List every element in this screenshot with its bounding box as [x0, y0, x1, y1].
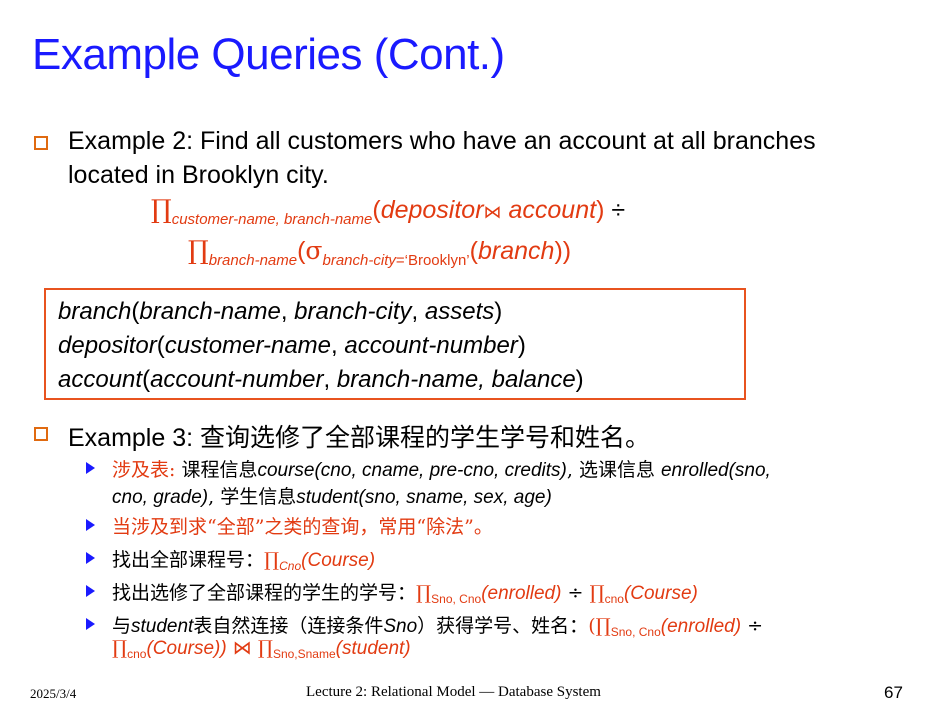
arrow-bullet-icon	[86, 585, 95, 597]
example2-line1: Example 2: Find all customers who have a…	[68, 127, 816, 155]
formula-branch-selection: ∏branch-name(σbranch-city=‘Brooklyn’(bra…	[188, 236, 572, 269]
sub-item-natural-join-cont: ∏cno(Course)) ⋈ ∏Sno,Sname(student)	[112, 637, 411, 661]
join-icon: ⋈	[226, 637, 258, 659]
formula-projection-division: ∏customer-name, branch-name(depositor⋈ a…	[151, 195, 626, 228]
sub-item-natural-join: 与student表自然连接（连接条件Sno）获得学号、姓名：(∏Sno, Cno…	[112, 615, 764, 639]
sub-item-students-all-courses: 找出选修了全部课程的学生的学号：∏Sno, Cno(enrolled) ÷ ∏c…	[112, 582, 698, 606]
square-bullet-icon	[34, 136, 48, 150]
schema-box: branch(branch-name, branch-city, assets)…	[44, 288, 746, 400]
schema-account: account(account-number, branch-name, bal…	[58, 366, 584, 393]
sub-item-division-hint: 当涉及到求“全部”之类的查询，常用“除法”。	[112, 516, 493, 538]
arrow-bullet-icon	[86, 519, 95, 531]
footer-date: 2025/3/4	[30, 686, 77, 701]
example3-line: Example 3: 查询选修了全部课程的学生学号和姓名。	[68, 424, 651, 452]
sub-item-tables-cont: cno, grade), 学生信息student(sno, sname, sex…	[112, 486, 552, 508]
division-icon: ÷	[611, 196, 626, 224]
arrow-bullet-icon	[86, 618, 95, 630]
sub-item-tables: 涉及表: 课程信息course(cno, cname, pre-cno, cre…	[112, 459, 771, 481]
join-icon: ⋈	[483, 202, 502, 222]
division-icon: ÷	[741, 615, 764, 637]
page-number: 67	[884, 683, 903, 702]
arrow-bullet-icon	[86, 462, 95, 474]
sub-item-all-courses: 找出全部课程号：∏Cno(Course)	[112, 549, 376, 573]
schema-branch: branch(branch-name, branch-city, assets)	[58, 298, 503, 325]
square-bullet-icon	[34, 427, 48, 441]
schema-depositor: depositor(customer-name, account-number)	[58, 332, 526, 359]
slide-title: Example Queries (Cont.)	[32, 30, 505, 79]
arrow-bullet-icon	[86, 552, 95, 564]
division-icon: ÷	[561, 582, 590, 604]
footer-lecture-title: Lecture 2: Relational Model — Database S…	[306, 684, 601, 700]
example2-line2: located in Brooklyn city.	[68, 161, 329, 189]
